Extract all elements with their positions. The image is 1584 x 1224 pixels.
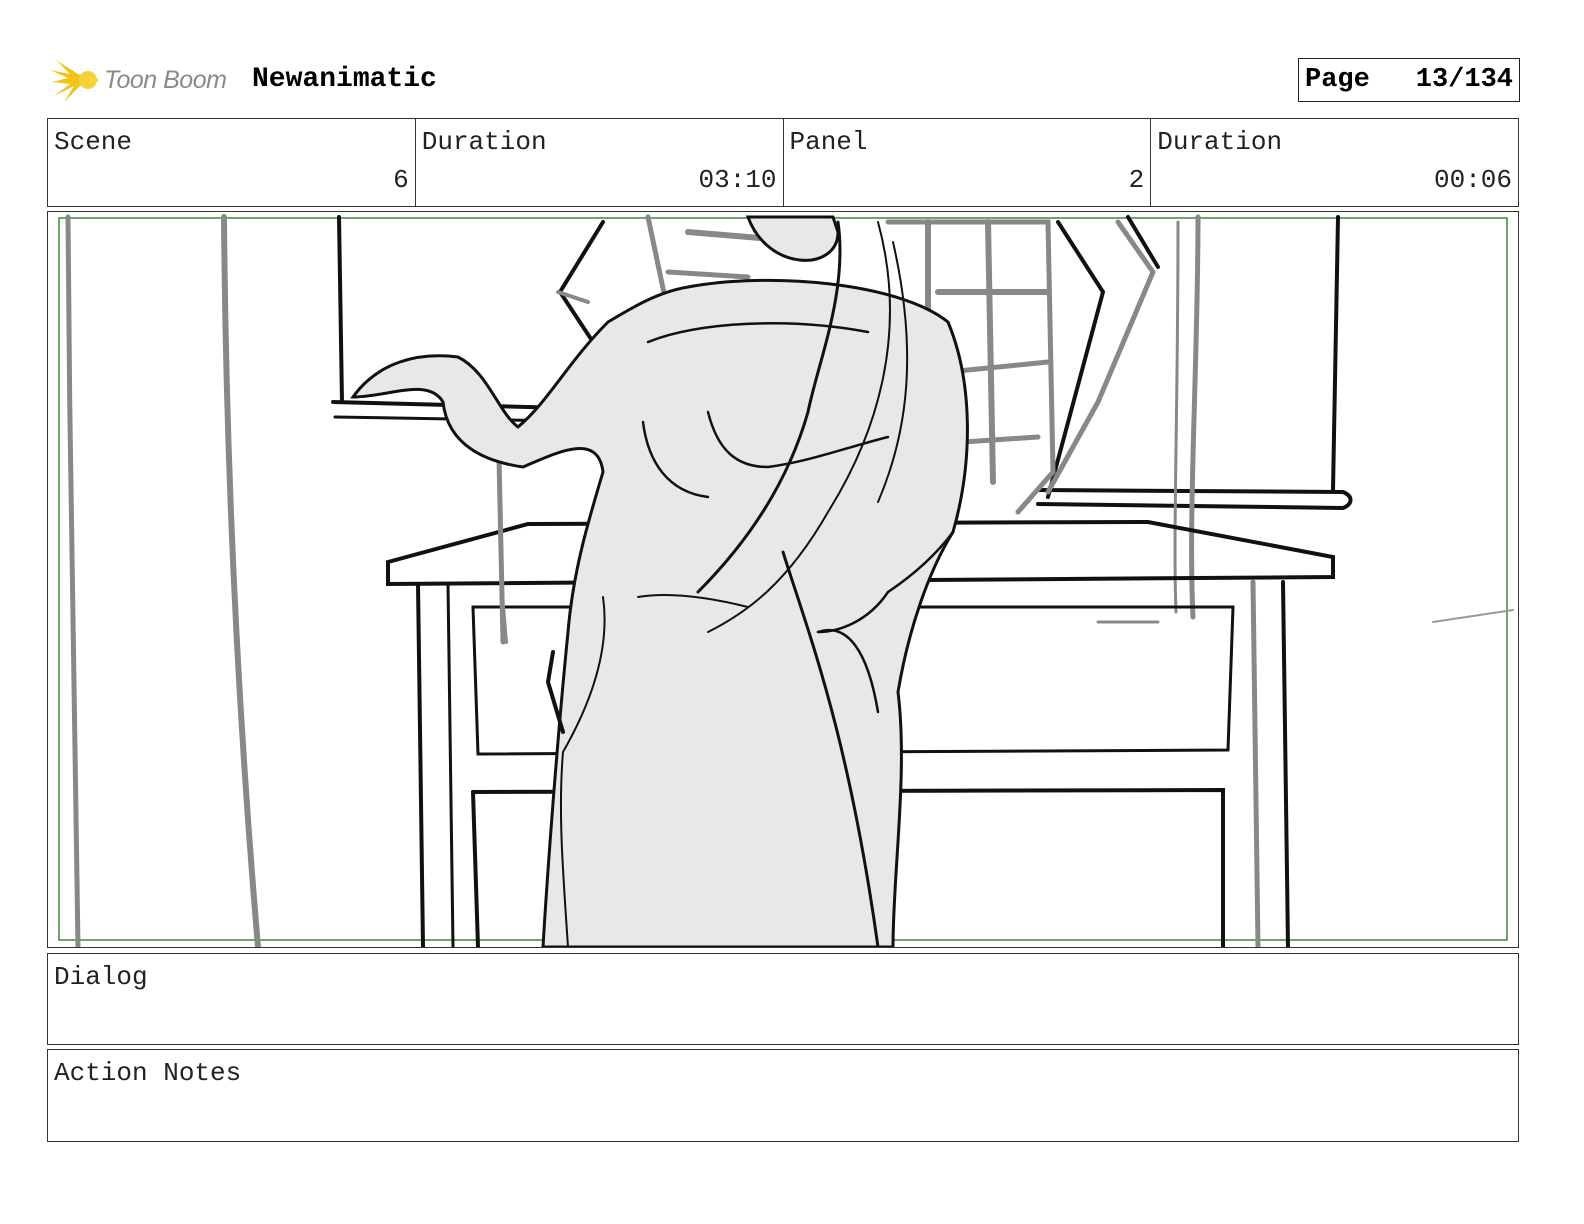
logo-text: Toon Boom (104, 65, 227, 94)
dialog-label: Dialog (54, 962, 148, 992)
scene-cell: Scene 6 (48, 119, 416, 206)
panel-label: Panel (789, 127, 868, 157)
scene-label: Scene (54, 127, 133, 157)
panel-value: 2 (1128, 165, 1145, 195)
dialog-box: Dialog (47, 953, 1519, 1045)
action-notes-box: Action Notes (47, 1049, 1519, 1142)
storyboard-sketch (58, 214, 1514, 947)
storyboard-header: Toon Boom Newanimatic Page 13/134 (50, 52, 1520, 108)
panel-duration-label: Duration (1157, 127, 1283, 157)
scene-duration-cell: Duration 03:10 (416, 119, 784, 206)
panel-info-table: Scene 6 Duration 03:10 Panel 2 Duration … (47, 118, 1519, 207)
panel-duration-value: 00:06 (1433, 165, 1512, 195)
panel-duration-cell: Duration 00:06 (1151, 119, 1518, 206)
page-number: 13/134 (1415, 65, 1513, 95)
page-label: Page (1305, 65, 1370, 95)
action-notes-label: Action Notes (54, 1058, 242, 1088)
toon-boom-logo: Toon Boom (50, 56, 227, 104)
panel-cell: Panel 2 (784, 119, 1152, 206)
panel-image-frame (47, 211, 1519, 948)
scene-duration-value: 03:10 (698, 165, 777, 195)
starburst-icon (50, 60, 100, 102)
scene-value: 6 (393, 165, 409, 195)
page-indicator: Page 13/134 (1298, 58, 1520, 102)
scene-duration-label: Duration (421, 127, 547, 157)
project-title: Newanimatic (252, 64, 437, 95)
